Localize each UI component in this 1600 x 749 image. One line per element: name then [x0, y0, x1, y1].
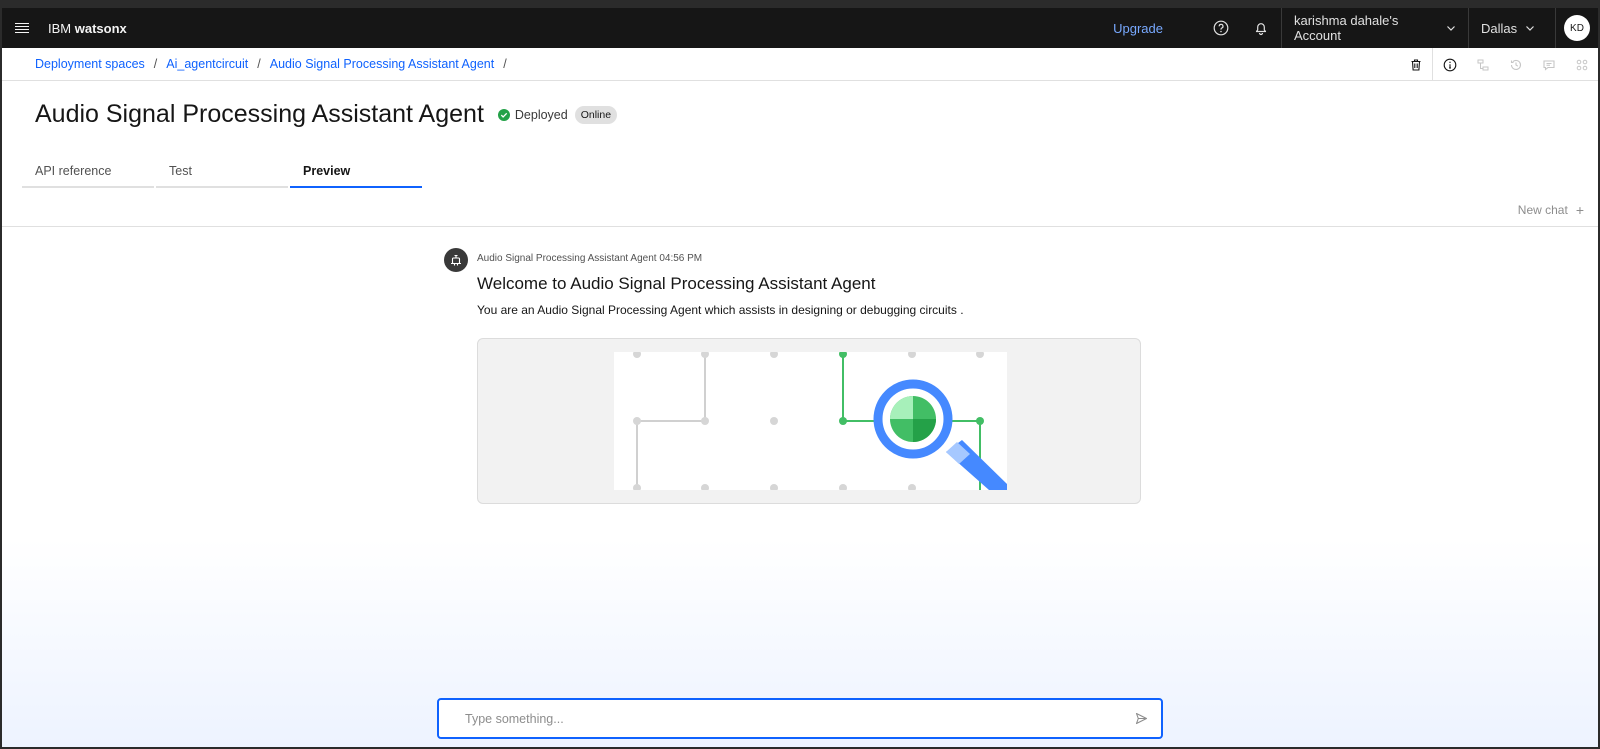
breadcrumb: Deployment spaces / Ai_agentcircuit / Au… — [35, 57, 516, 71]
notification-icon[interactable] — [1241, 8, 1281, 48]
chat-area: Audio Signal Processing Assistant Agent … — [2, 227, 1598, 747]
info-icon[interactable] — [1433, 48, 1466, 81]
trash-icon[interactable] — [1399, 48, 1432, 81]
breadcrumb-space[interactable]: Ai_agentcircuit — [166, 57, 248, 71]
profile-button[interactable]: KD — [1556, 8, 1598, 48]
status-badge: Online — [574, 105, 618, 124]
chat-composer — [437, 698, 1163, 739]
message-input[interactable] — [439, 700, 1121, 737]
page-toolbar — [1399, 48, 1598, 81]
account-name: karishma dahale's Account — [1294, 13, 1399, 43]
tab-preview[interactable]: Preview — [290, 160, 422, 188]
app-window: IBM watsonx Upgrade karishma dahale's Ac… — [2, 8, 1598, 747]
tab-list: API reference Test Preview — [22, 160, 424, 188]
send-icon[interactable] — [1121, 700, 1161, 737]
robot-icon — [444, 248, 468, 272]
brand-prefix: IBM — [48, 20, 72, 36]
tab-api-reference[interactable]: API reference — [22, 160, 154, 188]
brand-logo[interactable]: IBM watsonx — [48, 21, 127, 36]
status-text: Deployed — [514, 107, 568, 122]
check-circle-icon — [497, 108, 510, 121]
message-text: You are an Audio Signal Processing Agent… — [477, 303, 964, 317]
circuit-illustration — [614, 352, 1007, 490]
account-switcher[interactable]: karishma dahale's Account — [1282, 8, 1468, 48]
avatar: KD — [1564, 15, 1590, 41]
status-indicator: Deployed Online — [497, 105, 618, 124]
menu-icon[interactable] — [2, 8, 42, 48]
apps-icon[interactable] — [1565, 48, 1598, 81]
help-icon[interactable] — [1201, 8, 1241, 48]
region-name: Dallas — [1481, 20, 1518, 36]
brand-name: watsonx — [74, 20, 127, 36]
upgrade-link[interactable]: Upgrade — [1113, 21, 1163, 36]
tab-test[interactable]: Test — [156, 160, 288, 188]
new-chat-label: New chat — [1517, 203, 1568, 217]
breadcrumb-agent[interactable]: Audio Signal Processing Assistant Agent — [270, 57, 494, 71]
breadcrumb-separator: / — [153, 57, 158, 71]
chevron-down-icon — [1446, 23, 1456, 33]
flow-icon[interactable] — [1466, 48, 1499, 81]
title-row: Audio Signal Processing Assistant Agent … — [35, 100, 618, 129]
breadcrumb-separator: / — [257, 57, 261, 71]
screen-frame: IBM watsonx Upgrade karishma dahale's Ac… — [0, 0, 1600, 749]
illustration-card — [477, 338, 1141, 504]
region-switcher[interactable]: Dallas — [1469, 8, 1555, 48]
message-meta: Audio Signal Processing Assistant Agent … — [477, 253, 703, 264]
comment-icon[interactable] — [1532, 48, 1565, 81]
message-title: Welcome to Audio Signal Processing Assis… — [477, 274, 876, 293]
breadcrumb-deployment-spaces[interactable]: Deployment spaces — [35, 57, 145, 71]
history-icon[interactable] — [1499, 48, 1532, 81]
chevron-down-icon — [1525, 23, 1535, 33]
new-chat-button[interactable]: New chat + — [1518, 202, 1584, 218]
breadcrumb-separator: / — [503, 57, 507, 71]
breadcrumb-bar: Deployment spaces / Ai_agentcircuit / Au… — [2, 48, 1598, 81]
plus-icon: + — [1575, 202, 1584, 218]
page-title: Audio Signal Processing Assistant Agent — [35, 100, 484, 128]
top-header: IBM watsonx Upgrade karishma dahale's Ac… — [2, 8, 1598, 48]
